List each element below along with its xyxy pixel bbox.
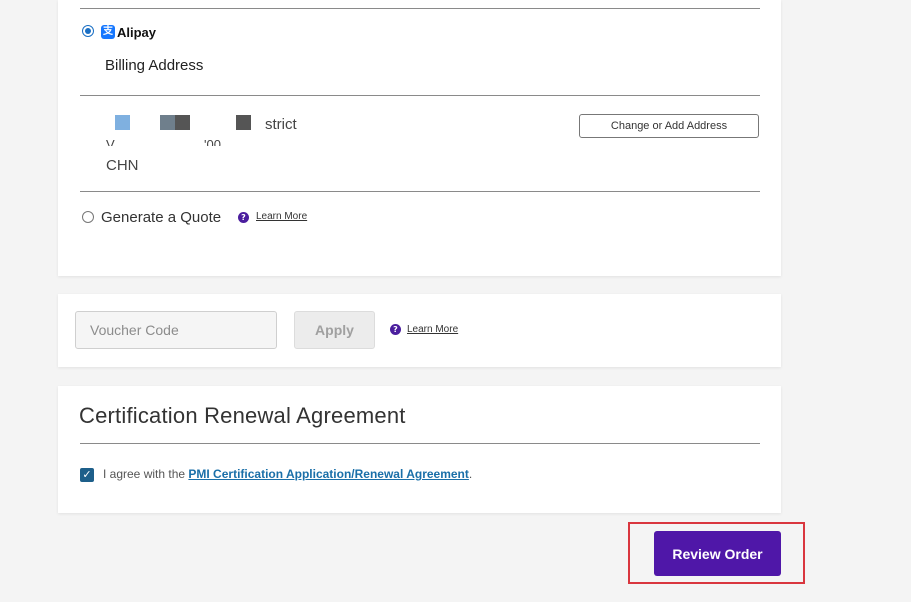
voucher-learn-more-link[interactable]: Learn More [407, 324, 458, 335]
voucher-code-input[interactable] [75, 311, 277, 349]
redacted-block [115, 115, 130, 130]
address-country: CHN [106, 157, 139, 174]
review-order-button[interactable]: Review Order [654, 531, 781, 576]
billing-address-title: Billing Address [105, 57, 204, 74]
agree-prefix: I agree with the [103, 467, 189, 481]
agree-checkbox[interactable]: ✓ [80, 468, 94, 482]
address-line-2-fragment: V [106, 137, 115, 146]
voucher-card: Apply ? Learn More [58, 294, 781, 367]
help-icon[interactable]: ? [390, 324, 401, 335]
agreement-card: Certification Renewal Agreement ✓ I agre… [58, 386, 781, 513]
generate-quote-radio[interactable] [82, 211, 94, 223]
redacted-block [160, 115, 175, 130]
quote-learn-more-link[interactable]: Learn More [256, 211, 307, 222]
agree-text: I agree with the PMI Certification Appli… [103, 467, 472, 481]
divider [80, 95, 760, 96]
alipay-logo: 支 Alipay [101, 24, 156, 40]
alipay-icon: 支 [101, 25, 115, 39]
agreement-link[interactable]: PMI Certification Application/Renewal Ag… [188, 467, 469, 481]
payment-method-card: 支 Alipay Billing Address strict V '00 CH… [58, 0, 781, 276]
help-icon[interactable]: ? [238, 212, 249, 223]
redacted-block [175, 115, 190, 130]
agree-suffix: . [468, 467, 473, 481]
apply-voucher-button[interactable]: Apply [294, 311, 375, 349]
address-line-2-fragment: '00 [204, 137, 221, 146]
generate-quote-label: Generate a Quote [101, 209, 222, 226]
divider [80, 191, 760, 192]
alipay-label: Alipay [117, 24, 157, 40]
agreement-title: Certification Renewal Agreement [79, 403, 406, 428]
change-address-button[interactable]: Change or Add Address [579, 114, 759, 138]
alipay-radio[interactable] [82, 25, 94, 37]
address-line-1: strict [265, 116, 297, 133]
divider [80, 8, 760, 9]
divider [80, 443, 760, 444]
redacted-block [236, 115, 251, 130]
